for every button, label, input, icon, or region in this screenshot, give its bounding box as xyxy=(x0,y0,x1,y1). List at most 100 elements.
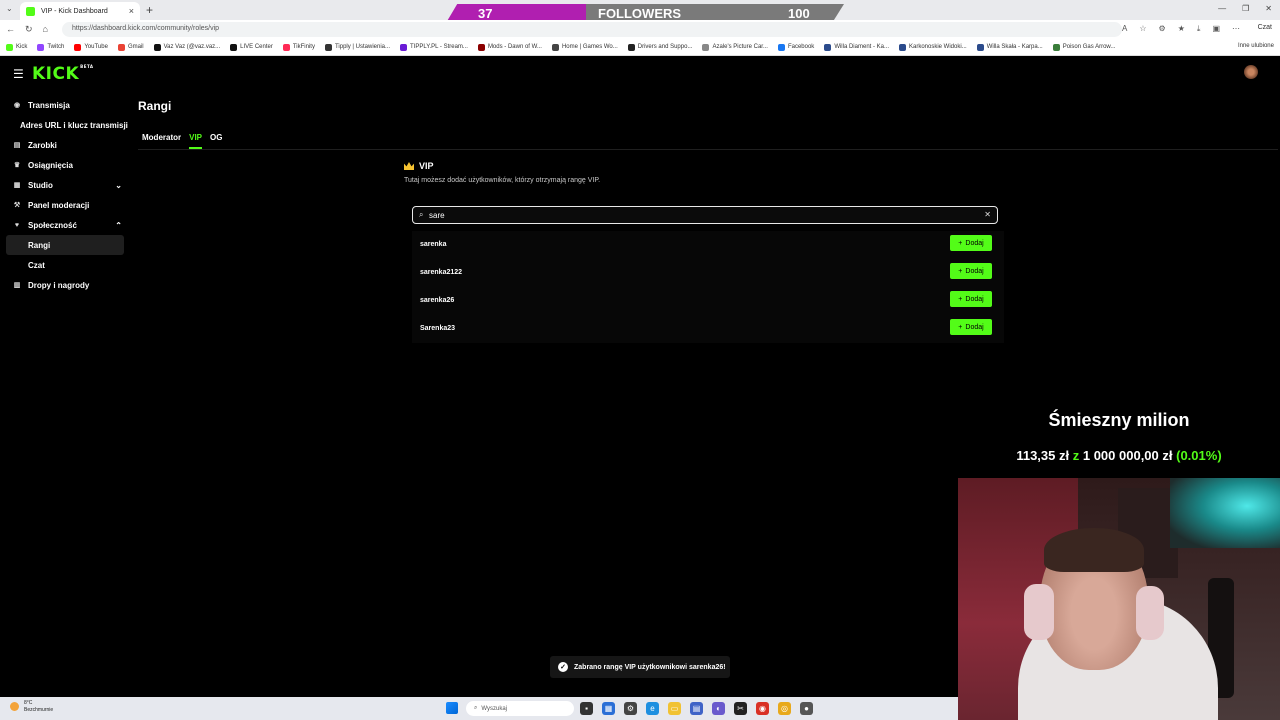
bookmark-item[interactable]: Poison Gas Arrow... xyxy=(1052,43,1115,51)
page-title: Rangi xyxy=(138,99,172,113)
add-vip-button[interactable]: + Dodaj xyxy=(950,291,992,307)
chrome-icon[interactable]: ◉ xyxy=(756,702,769,715)
bookmark-item[interactable]: Facebook xyxy=(777,43,815,51)
home-icon[interactable]: ⌂ xyxy=(43,24,48,35)
followers-goal: 100 xyxy=(788,6,810,21)
sidebar-item-label: Czat xyxy=(28,260,45,270)
bookmark-item[interactable]: Vaz Vaz (@vaz.vaz... xyxy=(153,43,220,51)
tab-vip[interactable]: VIP xyxy=(189,133,203,149)
weather-temp: 8°C xyxy=(24,700,33,706)
widgets-icon[interactable]: ▦ xyxy=(602,702,615,715)
url-field[interactable]: https://dashboard.kick.com/community/rol… xyxy=(62,22,1122,37)
sidebar-item-studio[interactable]: ▦ Studio ⌄ xyxy=(2,175,128,195)
other-favorites[interactable]: Inne ulubione xyxy=(1231,43,1274,49)
user-search-input[interactable] xyxy=(429,208,969,222)
taskbar-search[interactable]: ⌕ Wyszukaj xyxy=(466,701,574,716)
sidebar-item-spolecznosc[interactable]: ♥ Społeczność ⌃ xyxy=(2,215,128,235)
collections-icon[interactable]: ▣ xyxy=(1212,24,1220,34)
app-icon[interactable]: ▤ xyxy=(690,702,703,715)
task-view-icon[interactable]: ▪ xyxy=(580,702,593,715)
new-tab-icon[interactable]: + xyxy=(146,3,153,17)
add-button-label: Dodaj xyxy=(965,239,984,247)
maximize-icon[interactable]: ❐ xyxy=(1242,4,1249,13)
app-icon[interactable]: ● xyxy=(800,702,813,715)
read-aloud-icon[interactable]: A xyxy=(1122,24,1127,34)
add-vip-button[interactable]: + Dodaj xyxy=(950,319,992,335)
bookmark-favicon-icon xyxy=(702,43,710,51)
tab-moderator[interactable]: Moderator xyxy=(142,133,181,149)
studio-icon: ▦ xyxy=(13,182,21,189)
check-icon: ✓ xyxy=(558,662,568,672)
favorite-star-icon[interactable]: ☆ xyxy=(1139,24,1146,34)
webcam-person-hair xyxy=(1044,528,1144,572)
bookmark-item[interactable]: Azale's Picture Car... xyxy=(702,43,768,51)
bookmark-item[interactable]: LIVE Center xyxy=(230,43,273,51)
add-vip-button[interactable]: + Dodaj xyxy=(950,235,992,251)
bookmark-item[interactable]: Mods - Dawn of W... xyxy=(477,43,542,51)
bookmark-favicon-icon xyxy=(230,43,238,51)
discord-icon[interactable]: ◐ xyxy=(712,702,725,715)
downloads-icon[interactable]: ⤓ xyxy=(1197,24,1201,34)
bookmark-item[interactable]: Gmail xyxy=(117,43,144,51)
file-explorer-icon[interactable]: ▭ xyxy=(668,702,681,715)
bookmark-item[interactable]: Tipply | Ustawienia... xyxy=(324,43,390,51)
favorites-icon[interactable]: ★ xyxy=(1178,24,1185,34)
copilot-button[interactable]: Czat xyxy=(1258,24,1272,31)
add-button-label: Dodaj xyxy=(965,267,984,275)
sidebar-item-rangi[interactable]: Rangi xyxy=(6,235,124,255)
sidebar-item-dropy[interactable]: ▥ Dropy i nagrody xyxy=(2,275,128,295)
bookmark-favicon-icon xyxy=(117,43,125,51)
sidebar-item-stream-key[interactable]: Adres URL i klucz transmisji xyxy=(2,115,128,135)
capcut-icon[interactable]: ✂ xyxy=(734,702,747,715)
sidebar-item-zarobki[interactable]: ▤ Zarobki xyxy=(2,135,128,155)
add-vip-button[interactable]: + Dodaj xyxy=(950,263,992,279)
moderation-icon: ⚒ xyxy=(13,202,21,209)
kick-logo[interactable]: KICKBETA xyxy=(32,64,93,84)
extensions-icon[interactable]: ⚙ xyxy=(1159,24,1166,34)
tab-list-chevron-icon[interactable]: ⌄ xyxy=(6,4,13,13)
bookmark-label: Karkonoskie Widoki... xyxy=(909,44,967,50)
obs-icon[interactable]: ◎ xyxy=(778,702,791,715)
windows-taskbar: 8°C Bezchmurnie ⌕ Wyszukaj ▪ ▦ ⚙ e ▭ ▤ ◐… xyxy=(0,697,958,720)
avatar[interactable] xyxy=(1244,65,1258,79)
amount-separator: z xyxy=(1072,448,1080,463)
bookmark-item[interactable]: YouTube xyxy=(74,43,108,51)
headphone-left xyxy=(1024,584,1054,640)
refresh-icon[interactable]: ↻ xyxy=(25,24,33,35)
bookmark-item[interactable]: TIPPLY.PL - Stream... xyxy=(400,43,468,51)
bookmark-item[interactable]: Kick xyxy=(6,43,27,51)
bookmark-item[interactable]: Twitch xyxy=(37,43,64,51)
search-results: sarenka + Dodaj sarenka2122 + Dodaj sarenk… xyxy=(412,231,1004,343)
bookmark-favicon-icon xyxy=(551,43,559,51)
clear-search-icon[interactable]: ✕ xyxy=(984,210,991,219)
window-close-icon[interactable]: ✕ xyxy=(1265,4,1272,13)
bookmark-item[interactable]: Willa Skała - Karpa... xyxy=(976,43,1043,51)
windows-start-icon[interactable] xyxy=(446,702,458,714)
sidebar-item-czat[interactable]: Czat xyxy=(2,255,128,275)
sidebar-item-label: Rangi xyxy=(28,240,51,250)
settings-icon[interactable]: ⚙ xyxy=(624,702,637,715)
tab-og[interactable]: OG xyxy=(210,133,222,149)
bookmark-label: Drivers and Suppo... xyxy=(637,44,693,50)
bookmark-item[interactable]: Willa Diament - Ka... xyxy=(824,43,889,51)
sidebar-item-panel-moderacji[interactable]: ⚒ Panel moderacji xyxy=(2,195,128,215)
bookmark-item[interactable]: Home | Games Wo... xyxy=(551,43,618,51)
weather-widget[interactable]: 8°C Bezchmurnie xyxy=(10,700,53,714)
minimize-icon[interactable]: — xyxy=(1218,4,1226,13)
edge-icon[interactable]: e xyxy=(646,702,659,715)
sidebar-item-label: Społeczność xyxy=(28,220,77,230)
browser-tab[interactable]: VIP - Kick Dashboard × xyxy=(20,2,140,20)
bookmark-label: Facebook xyxy=(787,44,815,50)
menu-icon[interactable]: ☰ xyxy=(13,67,24,81)
more-icon[interactable]: ⋯ xyxy=(1232,24,1240,34)
bookmark-item[interactable]: Karkonoskie Widoki... xyxy=(899,43,967,51)
back-icon[interactable]: ← xyxy=(6,24,15,35)
tab-close-icon[interactable]: × xyxy=(129,6,134,16)
bookmark-favicon-icon xyxy=(37,43,45,51)
amount-current: 113,35 zł xyxy=(1016,448,1070,463)
sidebar: ◉ Transmisja Adres URL i klucz transmisj… xyxy=(2,95,128,295)
bookmark-item[interactable]: Drivers and Suppo... xyxy=(627,43,693,51)
sidebar-item-transmisja[interactable]: ◉ Transmisja xyxy=(2,95,128,115)
bookmark-item[interactable]: TikFinity xyxy=(282,43,315,51)
sidebar-item-osiagniecia[interactable]: ♛ Osiągnięcia xyxy=(2,155,128,175)
